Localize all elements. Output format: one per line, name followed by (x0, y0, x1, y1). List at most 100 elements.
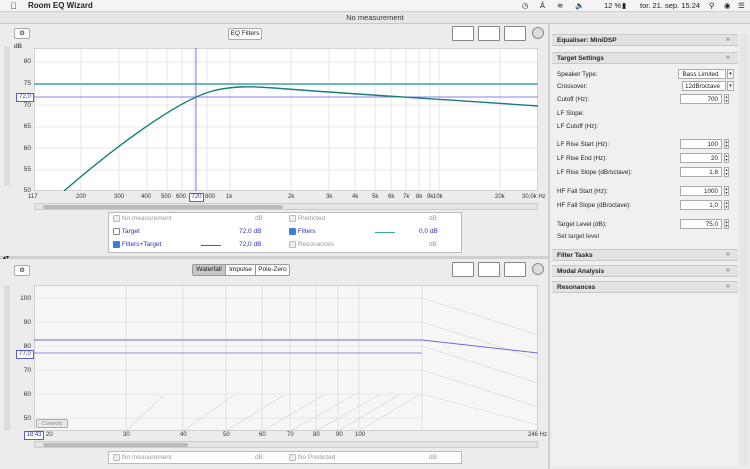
legend-target: Target (121, 228, 140, 236)
y-scrollbar-bottom[interactable] (4, 285, 10, 430)
settings-gear-icon[interactable] (532, 27, 544, 39)
hf-fall-slope-input[interactable]: 1,0 (680, 200, 722, 210)
split-view-icon[interactable] (478, 26, 500, 41)
x-tick: 117 (28, 194, 38, 200)
search-icon[interactable]: ⚲ (709, 1, 715, 10)
target-level-input[interactable]: 75,0 (680, 219, 722, 229)
notification-center-icon[interactable]: ☰ (738, 1, 745, 10)
apple-menu-icon[interactable]:  (10, 1, 17, 11)
y-tick: 60 (23, 145, 31, 152)
settings-gear-icon[interactable] (532, 263, 544, 275)
speaker-type-select[interactable]: Bass Limited (678, 69, 726, 79)
x-tick: 3k (326, 194, 333, 200)
zoom-fit-icon[interactable] (504, 262, 526, 277)
x-tick: 70 (287, 432, 294, 438)
x-tick: 100 (355, 432, 366, 438)
collapse-chevron-icon[interactable]: » (726, 54, 730, 61)
x-scroll-thumb[interactable] (43, 205, 283, 209)
hf-fall-start-stepper[interactable]: ▴ ▾ (724, 186, 729, 196)
expand-chevron-icon[interactable]: » (726, 267, 730, 274)
equaliser-header[interactable]: Equaliser: MiniDSP (552, 34, 738, 46)
hf-fall-start-input[interactable]: 1000 (680, 186, 722, 196)
graph-settings-button-bottom[interactable]: ⚙ (14, 265, 30, 276)
speaker-type-label: Speaker Type: (557, 71, 598, 78)
lf-rise-slope-label: LF Rise Slope (dB/octave): (557, 169, 633, 176)
legend-no-predicted: No Predicted (297, 454, 336, 462)
cutoff-stepper[interactable]: ▴ ▾ (724, 94, 729, 104)
splitter-arrows-icon[interactable]: ▴▾ (3, 254, 9, 261)
lf-rise-end-input[interactable]: 20 (680, 153, 722, 163)
cutoff-input[interactable]: 700 (680, 94, 722, 104)
x-scroll-thumb[interactable] (43, 443, 188, 447)
x-tick: 1k (226, 194, 233, 200)
lf-rise-end-stepper[interactable]: ▴ ▾ (724, 153, 729, 163)
crossover-select[interactable]: 12dB/octave (682, 81, 726, 91)
time-machine-icon[interactable]: ◷ (522, 1, 529, 10)
resonances-header[interactable]: Resonances (552, 281, 738, 293)
lf-rise-start-stepper[interactable]: ▴ ▾ (724, 139, 729, 149)
x-tick: 800 (205, 194, 216, 200)
waterfall-graph[interactable] (34, 285, 538, 431)
y-tick: 55 (23, 166, 31, 173)
lf-rise-slope-stepper[interactable]: ▴ ▾ (724, 167, 729, 177)
splitter[interactable] (0, 256, 548, 259)
tab-pole-zero[interactable]: Pole-Zero (255, 265, 289, 275)
x-tick: 200 (76, 194, 87, 200)
chevron-down-icon[interactable]: ▾ (727, 69, 734, 79)
x-scrollbar-bottom[interactable] (34, 441, 538, 448)
expand-chevron-icon[interactable]: » (726, 283, 730, 290)
app-name-menu[interactable]: Room EQ Wizard (28, 1, 93, 10)
y-tick: 80 (23, 58, 31, 65)
legend-no-measurement: No measurement (121, 454, 172, 462)
filter-tasks-header[interactable]: Filter Tasks (552, 249, 738, 261)
wifi-icon[interactable]: ≋ (557, 1, 563, 10)
eq-filters-button[interactable]: EQ Filters (228, 28, 262, 40)
x-tick: 50 (223, 432, 230, 438)
lf-cutoff-label: LF Cutoff (Hz): (557, 123, 599, 130)
controls-button[interactable]: Controls (36, 419, 68, 428)
zoom-fit-icon[interactable] (504, 26, 526, 41)
target-level-stepper[interactable]: ▴ ▾ (724, 219, 729, 229)
x-tick: 500 (161, 194, 172, 200)
lf-rise-start-input[interactable]: 100 (680, 139, 722, 149)
expand-chevron-icon[interactable]: » (726, 251, 730, 258)
y-scrollbar-top[interactable] (4, 46, 10, 186)
lf-rise-slope-input[interactable]: 1,8 (680, 167, 722, 177)
target-checkbox[interactable] (113, 228, 120, 235)
legend-panel-bottom: No measurement dB No Predicted dB (108, 451, 462, 464)
x-tick: 10k (433, 194, 443, 200)
hf-fall-slope-stepper[interactable]: ▴ ▾ (724, 200, 729, 210)
frequency-response-graph[interactable] (34, 48, 538, 191)
legend-val: dB (429, 241, 437, 248)
legend-val: dB (255, 215, 263, 222)
split-view-icon[interactable] (478, 262, 500, 277)
volume-icon[interactable]: 🔈 (575, 1, 584, 10)
tab-waterfall[interactable]: Waterfall (193, 265, 225, 275)
chevron-down-icon[interactable]: ▾ (727, 81, 734, 91)
right-panel: Equaliser: MiniDSP » Target Settings » S… (552, 34, 738, 466)
x-tick: 20 (46, 432, 53, 438)
bluetooth-icon[interactable]: Å (540, 1, 545, 10)
x-tick: 300 (114, 194, 125, 200)
x-tick: 20k (495, 194, 505, 200)
set-target-level-button[interactable]: Set target level (557, 233, 599, 240)
graph-view-icon[interactable] (452, 262, 474, 277)
battery-icon[interactable]: ▮ (622, 1, 626, 10)
filters-target-checkbox[interactable] (113, 241, 120, 248)
tab-impulse[interactable]: Impulse (225, 265, 255, 275)
graph-view-icon[interactable] (452, 26, 474, 41)
modal-analysis-header[interactable]: Modal Analysis (552, 265, 738, 277)
target-settings-header[interactable]: Target Settings (552, 52, 738, 64)
filters-checkbox[interactable] (289, 228, 296, 235)
vertical-splitter[interactable] (548, 24, 550, 469)
bottom-tab-group: Waterfall Impulse Pole-Zero (192, 264, 290, 276)
collapse-chevron-icon[interactable]: » (726, 36, 730, 43)
cursor-y-readout: 72,0 (16, 93, 34, 102)
right-scrollbar[interactable] (740, 34, 748, 466)
x-tick: 6k (388, 194, 395, 200)
x-tick: 2k (288, 194, 295, 200)
graph-settings-button[interactable]: ⚙ (14, 28, 30, 39)
clock-text[interactable]: tor. 21. sep. 15.24 (640, 1, 700, 10)
x-scrollbar-top[interactable] (34, 203, 538, 210)
siri-icon[interactable]: ◉ (724, 1, 731, 10)
